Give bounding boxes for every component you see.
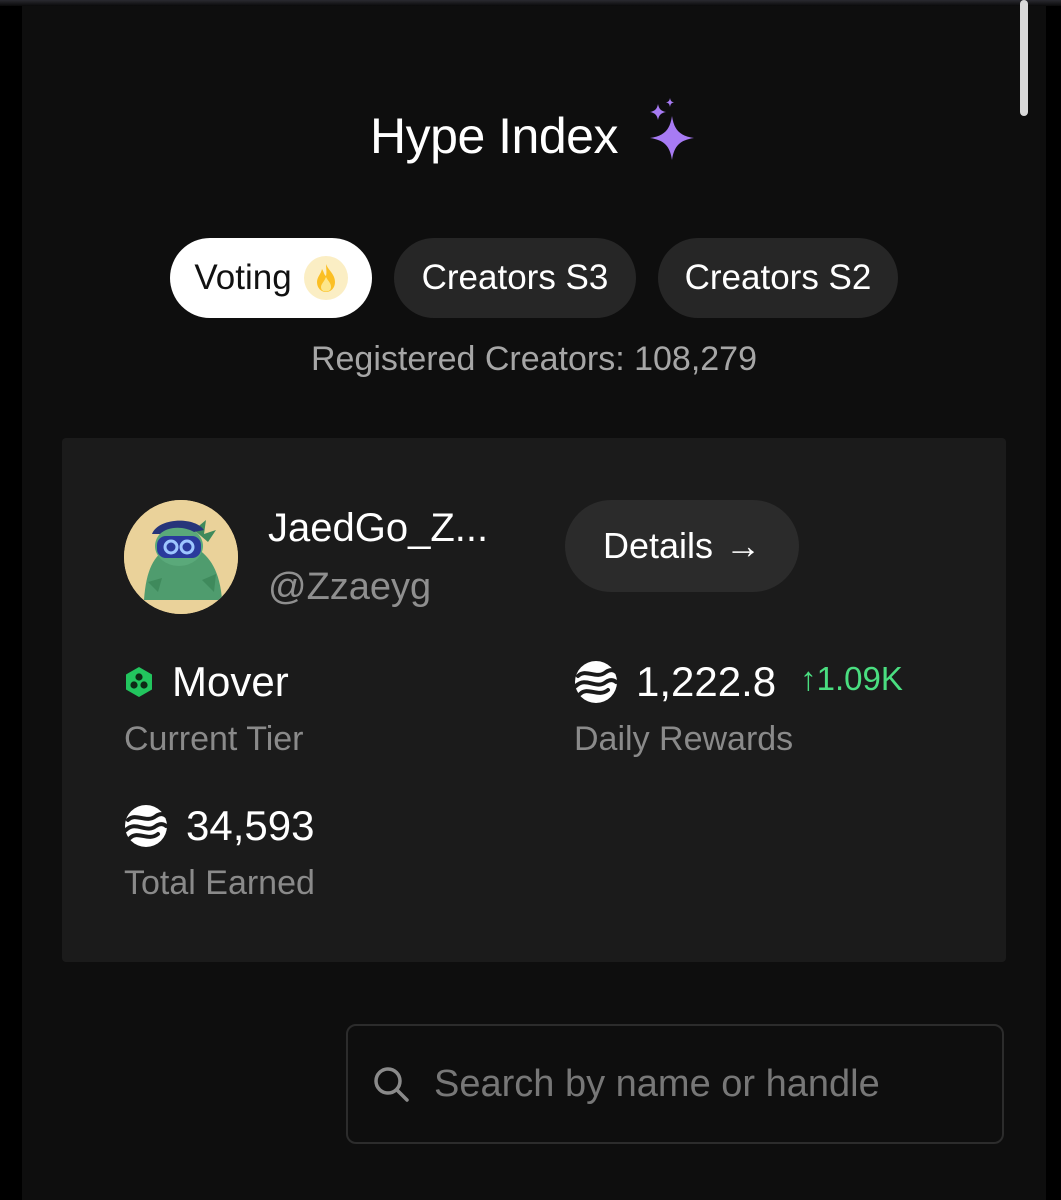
sparkle-icon: [649, 98, 694, 160]
arrow-right-icon: →: [725, 525, 762, 566]
tab-creators-s2[interactable]: Creators S2: [658, 238, 898, 318]
tab-voting-label: Voting: [194, 258, 292, 297]
coin-icon: [124, 805, 168, 847]
avatar[interactable]: [124, 500, 238, 614]
tier-value: Mover: [172, 658, 289, 705]
current-tier-stat: Mover Current Tier: [124, 658, 304, 759]
daily-rewards-stat: 1,222.8 ↑1.09K Daily Rewards: [574, 658, 903, 759]
daily-rewards-label: Daily Rewards: [574, 720, 794, 758]
details-button[interactable]: Details →: [565, 500, 799, 592]
total-earned-stat: 34,593 Total Earned: [124, 802, 315, 903]
search-box[interactable]: [346, 1024, 1004, 1144]
user-handle: @Zzaeyg: [268, 566, 432, 608]
tab-creators-s3-label: Creators S3: [421, 258, 609, 297]
hexagon-tier-icon: [126, 667, 152, 697]
tier-label: Current Tier: [124, 720, 304, 758]
header: Hype Index: [22, 96, 1046, 176]
profile-card: JaedGo_Z... @Zzaeyg Details → Mover Curr…: [62, 438, 1006, 962]
hype-index-panel: Hype Index Voting Creators S3 Creators S…: [22, 6, 1046, 1200]
details-button-label: Details: [602, 525, 714, 566]
total-earned-label: Total Earned: [124, 864, 315, 902]
display-name: JaedGo_Z...: [268, 506, 489, 550]
search-input[interactable]: [432, 1061, 976, 1107]
registered-creators-count: Registered Creators: 108,279: [310, 340, 758, 378]
daily-rewards-value: 1,222.8: [636, 658, 777, 705]
tab-creators-s3[interactable]: Creators S3: [394, 238, 636, 318]
tab-bar: Voting Creators S3 Creators S2: [22, 238, 1046, 322]
search-icon: [374, 1067, 409, 1102]
coin-icon: [574, 661, 618, 703]
page-title: Hype Index: [370, 108, 618, 164]
tab-creators-s2-label: Creators S2: [684, 258, 872, 297]
scrollbar-thumb[interactable]: [1020, 0, 1028, 116]
daily-rewards-change: ↑1.09K: [800, 660, 903, 697]
fire-icon: [303, 256, 348, 300]
total-earned-value: 34,593: [186, 802, 315, 849]
tab-voting[interactable]: Voting: [170, 238, 372, 318]
